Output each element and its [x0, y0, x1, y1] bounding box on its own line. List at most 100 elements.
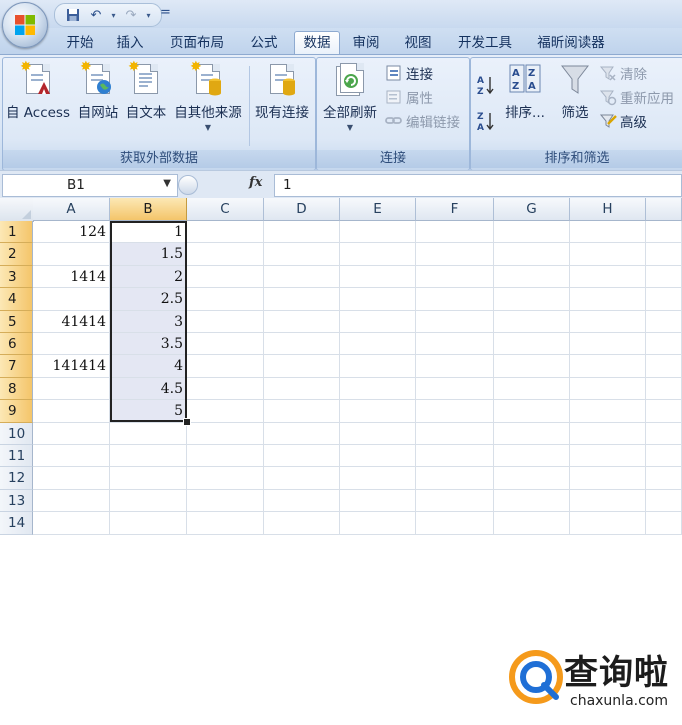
column-header-partial[interactable] [646, 198, 682, 221]
row-header-8[interactable]: 8 [0, 377, 33, 401]
cell-i14[interactable] [646, 512, 682, 535]
cell-g9[interactable] [494, 400, 570, 423]
sort-descending-button[interactable]: ZA [477, 108, 495, 133]
cell-h3[interactable] [570, 265, 646, 289]
cell-b7[interactable]: 4 [110, 355, 187, 378]
from-access-button[interactable]: ✸ 自 Access [5, 59, 71, 121]
cell-i5[interactable] [646, 310, 682, 333]
advanced-filter-button[interactable]: 高级 [599, 110, 647, 131]
from-web-button[interactable]: ✸ 自网站 [75, 59, 121, 121]
cell-e13[interactable] [340, 489, 416, 513]
cell-e12[interactable] [340, 467, 416, 490]
cell-g12[interactable] [494, 467, 570, 490]
tab-page-layout[interactable]: 页面布局 [162, 32, 232, 54]
name-box-dropdown-icon[interactable]: ▼ [163, 178, 171, 189]
cell-h2[interactable] [570, 243, 646, 266]
row-header-11[interactable]: 11 [0, 445, 33, 468]
cell-d13[interactable] [264, 489, 340, 513]
cell-a2[interactable] [33, 243, 110, 266]
cell-h9[interactable] [570, 400, 646, 423]
tab-review[interactable]: 审阅 [346, 32, 386, 54]
cell-i9[interactable] [646, 400, 682, 423]
column-header-e[interactable]: E [340, 198, 416, 221]
cell-i13[interactable] [646, 489, 682, 513]
cell-e4[interactable] [340, 288, 416, 311]
tab-data[interactable]: 数据 [294, 31, 340, 56]
cell-b1[interactable]: 1 [110, 221, 187, 244]
cell-i2[interactable] [646, 243, 682, 266]
cell-f10[interactable] [416, 422, 494, 445]
cell-h13[interactable] [570, 489, 646, 513]
row-header-13[interactable]: 13 [0, 489, 33, 513]
column-header-a[interactable]: A [33, 198, 110, 221]
cell-b3[interactable]: 2 [110, 265, 187, 289]
cell-a1[interactable]: 124 [33, 221, 110, 244]
cell-c4[interactable] [187, 288, 264, 311]
row-header-5[interactable]: 5 [0, 310, 33, 333]
cell-f13[interactable] [416, 489, 494, 513]
cell-g3[interactable] [494, 265, 570, 289]
cell-f1[interactable] [416, 221, 494, 244]
cell-e1[interactable] [340, 221, 416, 244]
row-header-14[interactable]: 14 [0, 512, 33, 535]
row-header-12[interactable]: 12 [0, 467, 33, 490]
cell-c7[interactable] [187, 355, 264, 378]
existing-connections-button[interactable]: 现有连接 [253, 62, 311, 121]
cell-g7[interactable] [494, 355, 570, 378]
cell-d10[interactable] [264, 422, 340, 445]
cell-e5[interactable] [340, 310, 416, 333]
column-header-h[interactable]: H [570, 198, 646, 221]
cell-i11[interactable] [646, 445, 682, 468]
row-header-10[interactable]: 10 [0, 422, 33, 445]
cell-e6[interactable] [340, 333, 416, 356]
column-header-d[interactable]: D [264, 198, 340, 221]
edit-links-button[interactable]: 编辑链接 [385, 110, 460, 131]
cell-d1[interactable] [264, 221, 340, 244]
row-header-1[interactable]: 1 [0, 221, 33, 244]
cell-f11[interactable] [416, 445, 494, 468]
redo-dropdown-icon[interactable]: ▾ [144, 11, 153, 20]
cell-e10[interactable] [340, 422, 416, 445]
cell-d7[interactable] [264, 355, 340, 378]
cell-a12[interactable] [33, 467, 110, 490]
clear-filter-button[interactable]: 清除 [599, 62, 647, 83]
cell-b9[interactable]: 5 [110, 400, 187, 423]
from-other-sources-button[interactable]: ✸ 自其他来源 ▼ [171, 59, 245, 132]
save-icon[interactable] [63, 6, 83, 24]
office-button[interactable] [2, 2, 48, 48]
cell-c14[interactable] [187, 512, 264, 535]
cell-c1[interactable] [187, 221, 264, 244]
tab-view[interactable]: 视图 [398, 32, 438, 54]
cell-h4[interactable] [570, 288, 646, 311]
row-header-4[interactable]: 4 [0, 288, 33, 311]
cell-f8[interactable] [416, 377, 494, 401]
cell-g14[interactable] [494, 512, 570, 535]
cell-g10[interactable] [494, 422, 570, 445]
from-text-button[interactable]: ✸ 自文本 [123, 59, 169, 121]
cell-c13[interactable] [187, 489, 264, 513]
cell-e9[interactable] [340, 400, 416, 423]
row-header-7[interactable]: 7 [0, 355, 33, 378]
cell-g5[interactable] [494, 310, 570, 333]
column-header-c[interactable]: C [187, 198, 264, 221]
cell-a3[interactable]: 1414 [33, 265, 110, 289]
undo-icon[interactable]: ↶ [86, 6, 106, 24]
cell-c2[interactable] [187, 243, 264, 266]
cell-f7[interactable] [416, 355, 494, 378]
tab-developer[interactable]: 开发工具 [452, 32, 518, 54]
cell-c8[interactable] [187, 377, 264, 401]
cell-b11[interactable] [110, 445, 187, 468]
cell-h7[interactable] [570, 355, 646, 378]
filter-button[interactable]: 筛选 [555, 62, 595, 121]
cell-g6[interactable] [494, 333, 570, 356]
row-header-6[interactable]: 6 [0, 333, 33, 356]
customize-qat-button[interactable]: = [160, 5, 171, 20]
cell-e8[interactable] [340, 377, 416, 401]
cell-f3[interactable] [416, 265, 494, 289]
cell-f12[interactable] [416, 467, 494, 490]
cell-a10[interactable] [33, 422, 110, 445]
cell-d14[interactable] [264, 512, 340, 535]
cell-g13[interactable] [494, 489, 570, 513]
cell-h1[interactable] [570, 221, 646, 244]
insert-function-button[interactable]: fx [249, 175, 262, 190]
